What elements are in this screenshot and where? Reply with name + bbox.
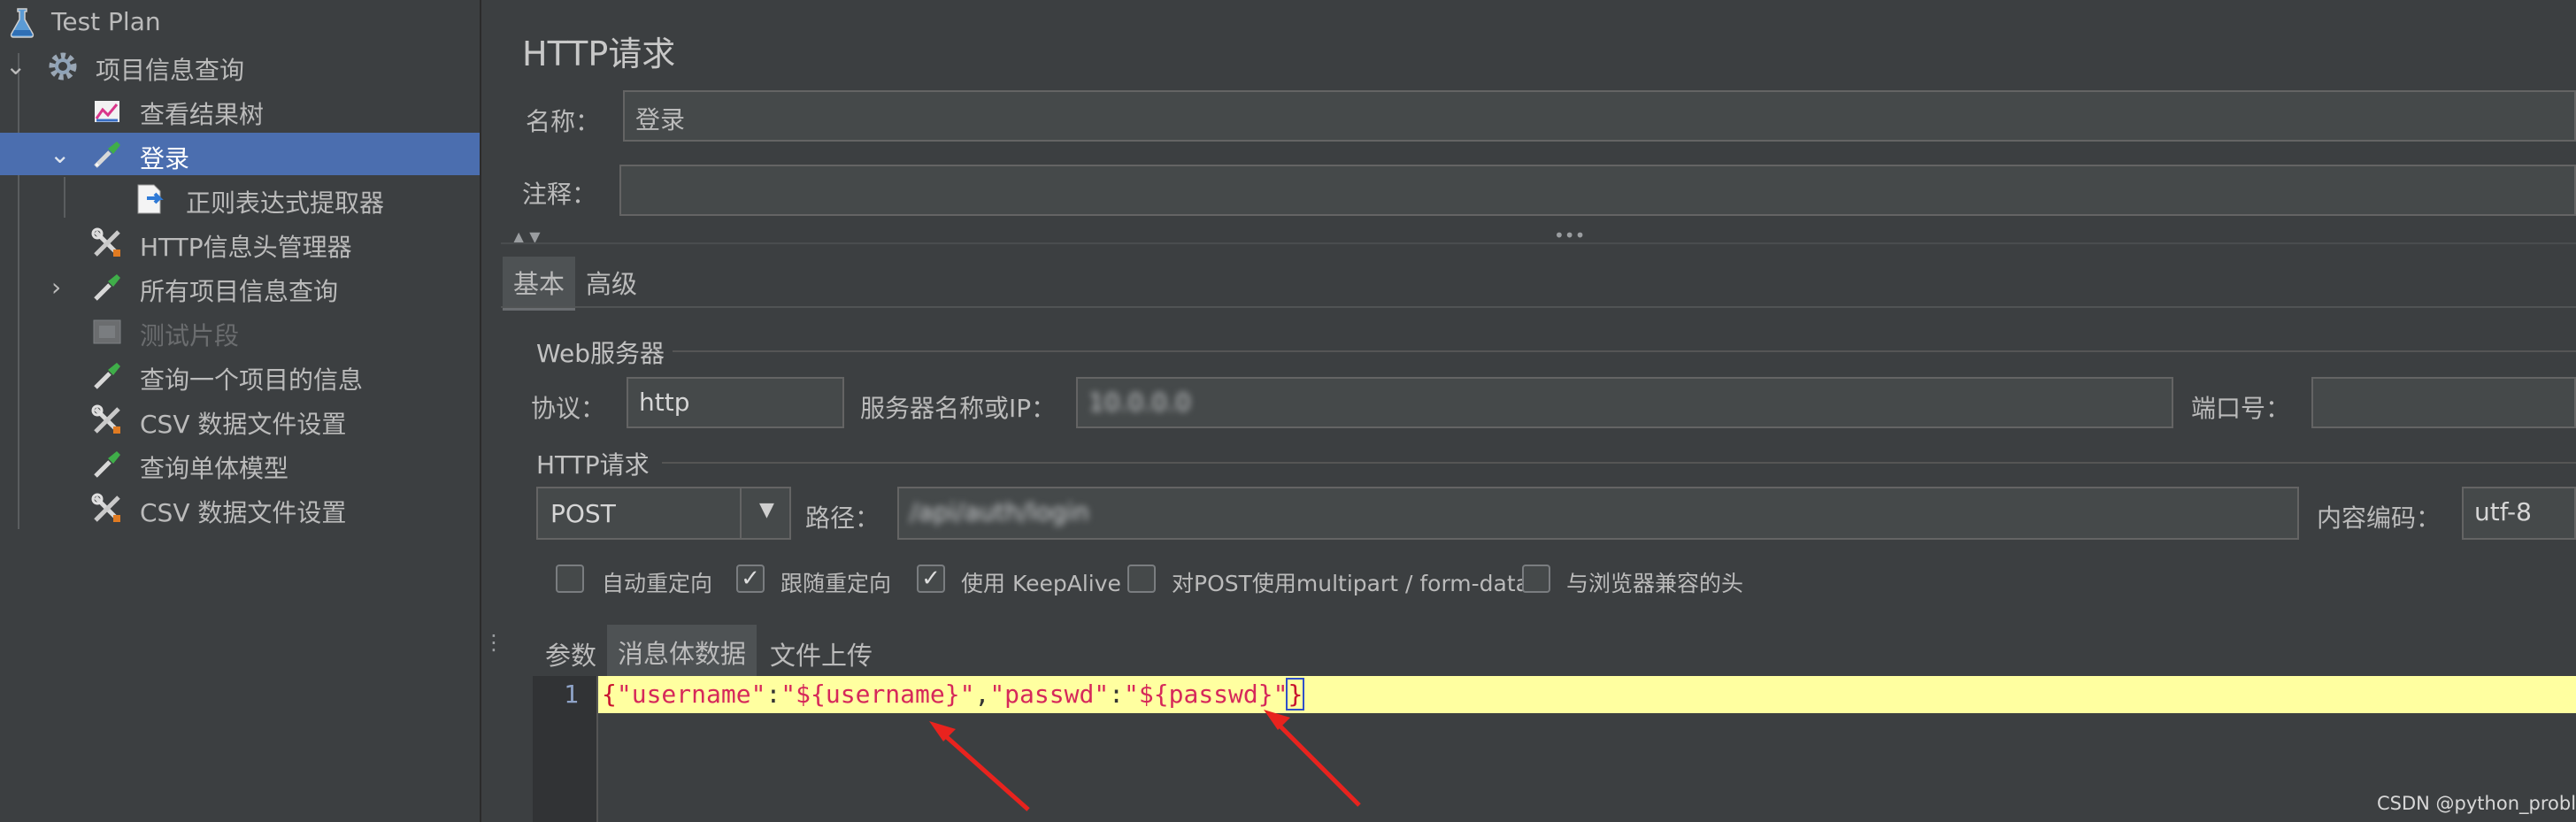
annotation-arrows: [929, 710, 1361, 811]
red-arrow-icon: [1264, 710, 1361, 807]
red-arrow-icon: [929, 721, 1030, 811]
watermark: CSDN @python_problem: [2377, 793, 2576, 814]
